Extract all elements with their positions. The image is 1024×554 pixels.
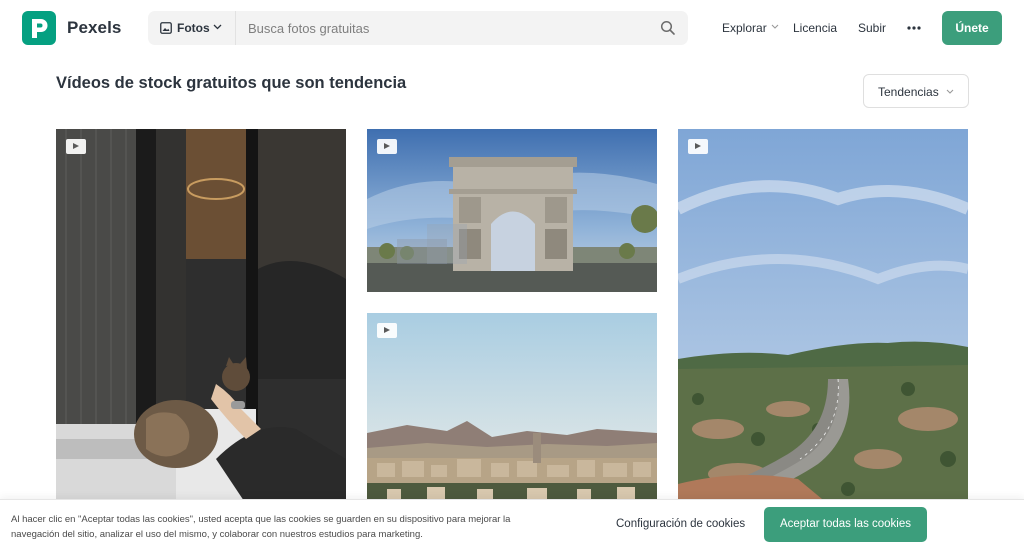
- nav-explore[interactable]: Explorar: [722, 21, 767, 35]
- nav-upload[interactable]: Subir: [858, 21, 886, 35]
- pexels-logo-icon: [32, 19, 48, 38]
- accept-all-cookies-button[interactable]: Aceptar todas las cookies: [764, 507, 927, 542]
- image-icon: [160, 22, 172, 34]
- search-bar: Fotos: [148, 11, 688, 45]
- cookie-notice-text: Al hacer clic en "Aceptar todas las cook…: [11, 514, 511, 540]
- cat-scene-image: [56, 129, 346, 504]
- video-thumbnail-arc[interactable]: [367, 129, 657, 292]
- page-title: Vídeos de stock gratuitos que son tenden…: [56, 74, 407, 92]
- search-icon[interactable]: [660, 20, 676, 36]
- pexels-logo[interactable]: [22, 11, 56, 45]
- video-badge-icon: [377, 323, 397, 338]
- cookie-banner: Al hacer clic en "Aceptar todas las cook…: [0, 499, 1024, 554]
- chevron-down-icon: [771, 24, 779, 29]
- video-thumbnail-city[interactable]: [367, 313, 657, 504]
- search-input[interactable]: [248, 13, 648, 43]
- video-thumbnail-highway[interactable]: [678, 129, 968, 504]
- city-scene-image: [367, 313, 657, 504]
- video-badge-icon: [688, 139, 708, 154]
- join-button[interactable]: Únete: [942, 11, 1002, 45]
- top-header: Pexels Fotos Explorar Licencia Subir Úne…: [0, 0, 1024, 56]
- search-type-label: Fotos: [177, 21, 210, 35]
- more-options-icon[interactable]: [903, 20, 925, 36]
- chevron-down-icon: [946, 89, 954, 94]
- chevron-down-icon: [213, 24, 222, 30]
- brand-name[interactable]: Pexels: [67, 18, 121, 38]
- video-badge-icon: [66, 139, 86, 154]
- video-thumbnail-cat[interactable]: [56, 129, 346, 504]
- nav-license[interactable]: Licencia: [793, 21, 837, 35]
- video-badge-icon: [377, 139, 397, 154]
- search-type-dropdown[interactable]: Fotos: [148, 11, 236, 45]
- highway-scene-image: [678, 129, 968, 504]
- sort-dropdown[interactable]: Tendencias: [863, 74, 969, 108]
- arc-scene-image: [367, 129, 657, 292]
- sort-label: Tendencias: [878, 85, 939, 99]
- cookie-settings-button[interactable]: Configuración de cookies: [616, 518, 745, 530]
